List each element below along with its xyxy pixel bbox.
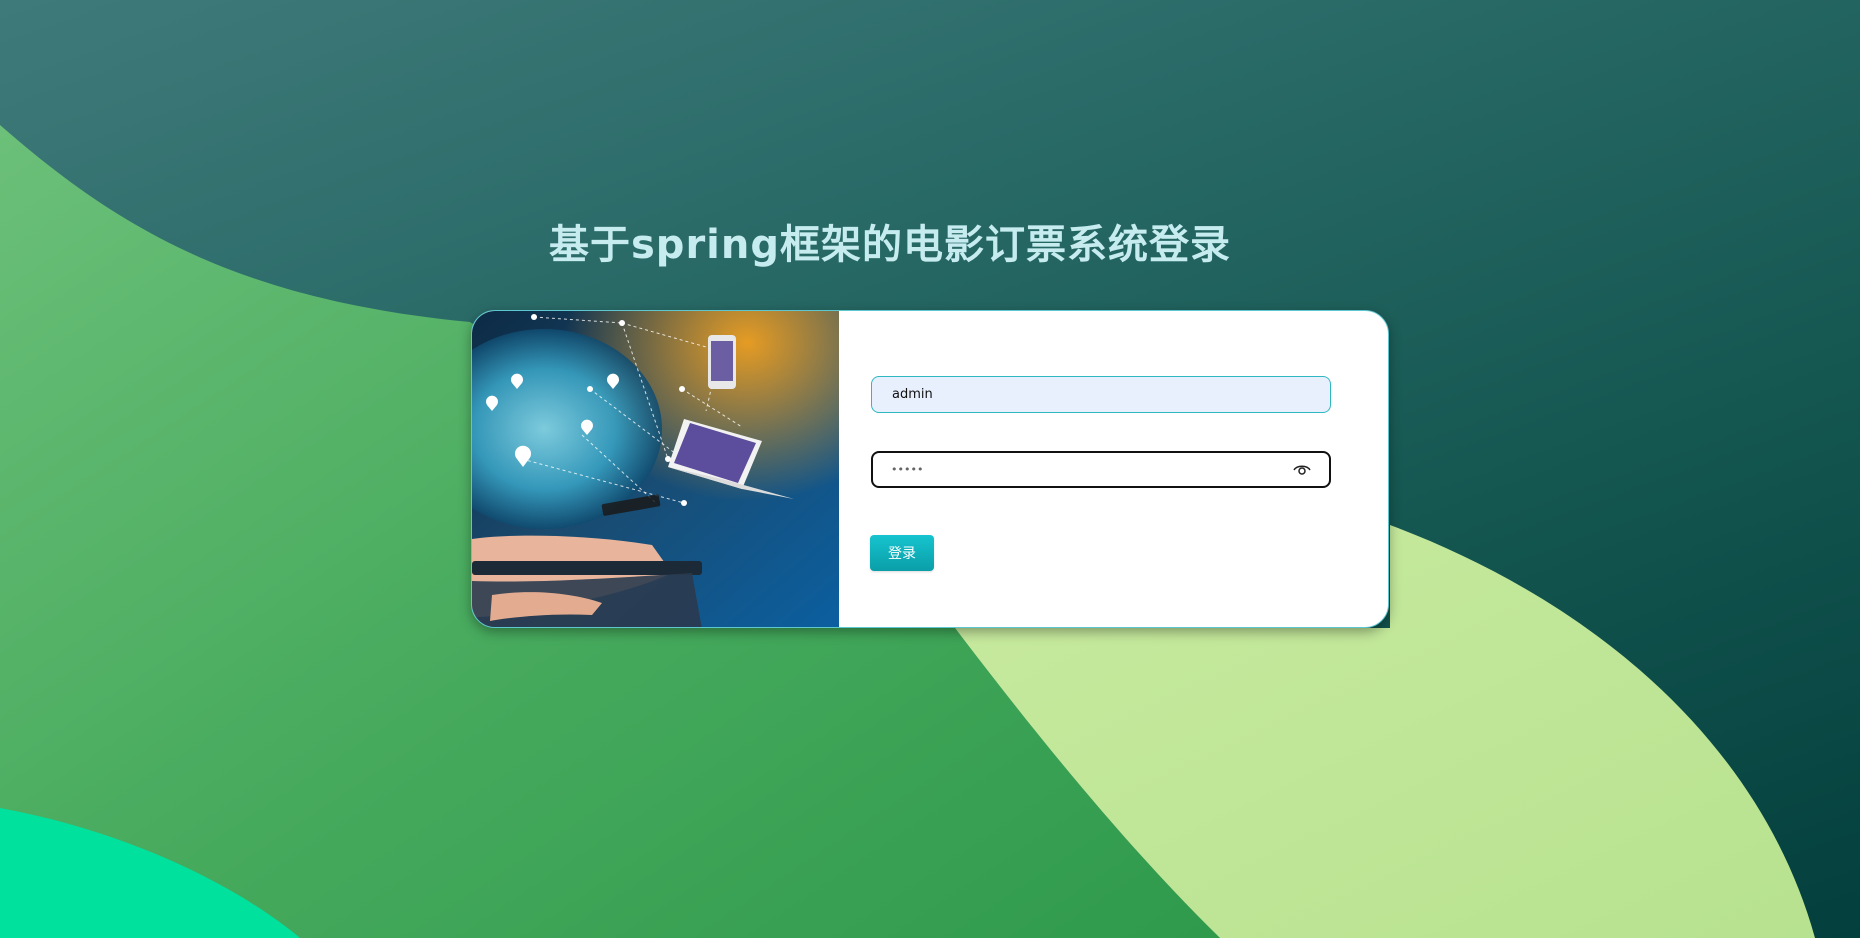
login-card: 登录 bbox=[471, 310, 1389, 628]
eye-icon[interactable] bbox=[1293, 462, 1311, 478]
hero-image bbox=[472, 311, 839, 627]
login-form: 登录 bbox=[839, 311, 1388, 627]
login-page: 基于spring框架的电影订票系统登录 admin ••••• 登录 bbox=[0, 0, 1860, 938]
password-input[interactable] bbox=[873, 453, 1273, 486]
page-title: 基于spring框架的电影订票系统登录 bbox=[549, 222, 1231, 268]
phone-graphic bbox=[708, 335, 736, 389]
password-field[interactable] bbox=[871, 451, 1331, 488]
username-input[interactable] bbox=[871, 376, 1331, 413]
login-button[interactable]: 登录 bbox=[870, 535, 934, 571]
